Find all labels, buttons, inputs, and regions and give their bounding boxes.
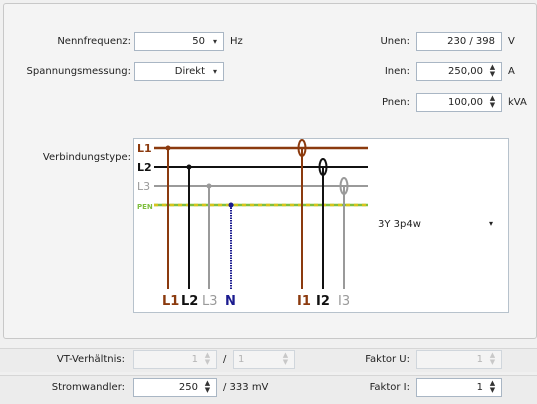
line-label: L3: [137, 180, 150, 193]
bottom-label: I2: [316, 294, 330, 309]
spin-arrows-icon[interactable]: ▲ ▼: [488, 380, 497, 395]
bottom-label: L3: [202, 294, 218, 309]
spannungsmessung-value: Direkt: [174, 66, 205, 77]
vt-secondary-stepper[interactable]: 1 ▲ ▼: [233, 350, 295, 369]
connection-diagram[interactable]: L1 L2 L3 PEN L1 L2 L3 N I1 I2 I3: [133, 138, 369, 313]
unen-unit: V: [508, 36, 515, 47]
inen-stepper[interactable]: 250,00 ▲ ▼: [416, 62, 502, 81]
pnen-value: 100,00: [448, 97, 483, 108]
vt-secondary-value: 1: [238, 354, 245, 365]
bottom-label: L2: [181, 294, 198, 309]
unen-label: Unen:: [380, 36, 410, 47]
unen-value: 230 / 398: [447, 36, 495, 47]
spin-arrows-icon: ▲ ▼: [204, 351, 211, 366]
spin-arrows-icon[interactable]: ▲ ▼: [203, 380, 212, 395]
faktor-u-value: 1: [476, 354, 483, 365]
stromwandler-stepper[interactable]: 250 ▲ ▼: [133, 378, 217, 397]
verbindungstype-label: Verbindungstype:: [42, 152, 131, 163]
spin-arrows-icon[interactable]: ▲ ▼: [488, 64, 497, 79]
faktor-i-label: Faktor I:: [369, 382, 410, 393]
vt-separator: /: [223, 354, 227, 365]
pnen-unit: kVA: [508, 97, 527, 108]
vt-primary-stepper[interactable]: 1 ▲ ▼: [133, 350, 217, 369]
pnen-label: Pnen:: [381, 97, 410, 108]
faktor-u-stepper[interactable]: 1 ▲ ▼: [416, 350, 502, 369]
line-label: L2: [137, 161, 152, 174]
bottom-label: I3: [338, 294, 350, 309]
inen-label: Inen:: [384, 66, 410, 77]
spin-arrows-icon[interactable]: ▲ ▼: [488, 95, 497, 110]
nennfrequenz-dropdown[interactable]: 50 ▾: [134, 32, 224, 51]
bottom-label: L1: [162, 294, 179, 309]
spannungsmessung-dropdown[interactable]: Direkt ▾: [134, 62, 224, 81]
stromwandler-value: 250: [178, 382, 198, 393]
spannungsmessung-label: Spannungsmessung:: [26, 66, 131, 77]
vt-verhaeltnis-label: VT-Verhältnis:: [56, 354, 125, 365]
nennfrequenz-label: Nennfrequenz:: [57, 36, 131, 47]
line-label: PEN: [137, 203, 153, 211]
bottom-label: I1: [297, 294, 311, 309]
unen-field[interactable]: 230 / 398: [416, 32, 502, 51]
bottom-label: N: [225, 294, 236, 309]
verbindungstype-dropdown[interactable]: 3Y 3p4w ▾: [368, 138, 509, 313]
faktor-i-value: 1: [476, 382, 483, 393]
verbindungstype-value: 3Y 3p4w: [378, 219, 421, 230]
spin-arrows-icon: ▲ ▼: [282, 351, 289, 366]
nennfrequenz-value: 50: [192, 36, 205, 47]
stromwandler-label: Stromwandler:: [51, 382, 125, 393]
stromwandler-ratio: / 333 mV: [223, 382, 269, 393]
spin-arrows-icon: ▲ ▼: [489, 351, 496, 366]
inen-unit: A: [508, 66, 515, 77]
chevron-down-icon: ▾: [212, 37, 217, 46]
chevron-down-icon: ▾: [489, 219, 494, 228]
nennfrequenz-unit: Hz: [230, 36, 243, 47]
faktor-i-stepper[interactable]: 1 ▲ ▼: [416, 378, 502, 397]
line-label: L1: [137, 142, 152, 155]
wiring-diagram-svg: L1 L2 L3 PEN L1 L2 L3 N I1 I2 I3: [137, 139, 368, 309]
chevron-down-icon: ▾: [212, 67, 217, 76]
pnen-stepper[interactable]: 100,00 ▲ ▼: [416, 93, 502, 112]
faktor-u-label: Faktor U:: [365, 354, 410, 365]
vt-primary-value: 1: [191, 354, 198, 365]
inen-value: 250,00: [448, 66, 483, 77]
